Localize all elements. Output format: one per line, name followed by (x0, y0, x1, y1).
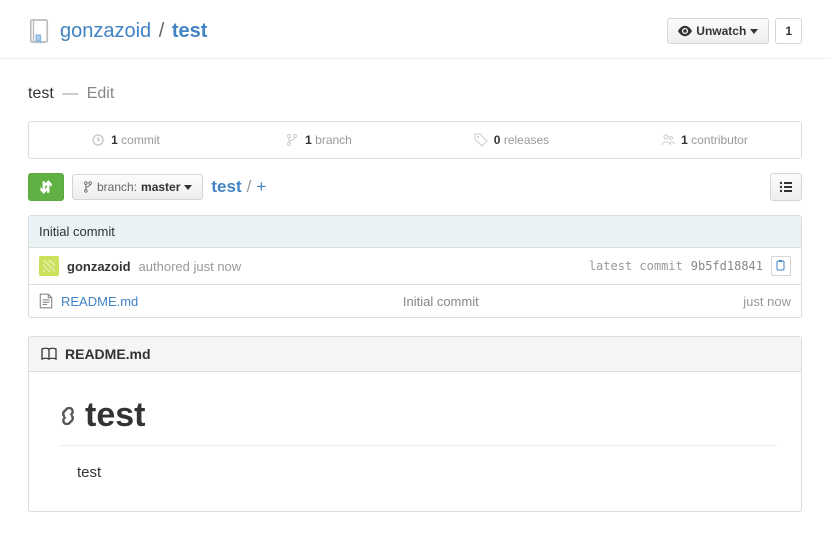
commit-icon (91, 133, 105, 147)
path-sep: / (247, 177, 252, 197)
readme-title: test (59, 396, 777, 446)
avatar[interactable] (39, 256, 59, 276)
commit-time: authored just now (139, 259, 242, 274)
owner-link[interactable]: gonzazoid (60, 20, 151, 42)
description-name: test (28, 85, 54, 102)
eye-icon (678, 25, 692, 37)
separator: / (159, 20, 165, 42)
watch-count[interactable]: 1 (775, 18, 802, 44)
repo-title: gonzazoid / test (28, 18, 207, 44)
compare-icon (38, 179, 54, 195)
file-row: README.md Initial commit just now (29, 285, 801, 317)
file-link[interactable]: README.md (61, 294, 138, 309)
clipboard-icon (775, 260, 787, 272)
file-text-icon (39, 293, 53, 309)
repo-link[interactable]: test (172, 20, 208, 42)
commit-author-link[interactable]: gonzazoid (67, 259, 131, 274)
releases-stat[interactable]: 0 releases (415, 122, 608, 158)
readme-filename: README.md (65, 346, 151, 362)
latest-commit-message[interactable]: Initial commit (29, 216, 801, 248)
latest-commit-label: latest commit (589, 259, 683, 273)
book-icon (41, 347, 57, 361)
description-dash: — (62, 85, 78, 102)
unwatch-button[interactable]: Unwatch (667, 18, 769, 44)
contributors-stat[interactable]: 1 contributor (608, 122, 801, 158)
file-time: just now (743, 294, 791, 309)
path-root-link[interactable]: test (211, 177, 241, 197)
people-icon (661, 133, 675, 147)
anchor-link-icon[interactable] (59, 407, 77, 425)
branch-select-button[interactable]: branch: master (72, 174, 203, 200)
list-icon (779, 181, 793, 193)
file-commit-msg[interactable]: Initial commit (138, 294, 743, 309)
list-toggle-button[interactable] (770, 173, 802, 201)
branch-icon (83, 181, 93, 193)
branch-icon (285, 133, 299, 147)
commit-sha-link[interactable]: 9b5fd18841 (691, 259, 763, 273)
caret-down-icon (750, 29, 758, 34)
path-breadcrumb: test / + (211, 177, 266, 197)
tag-icon (474, 133, 488, 147)
copy-sha-button[interactable] (771, 256, 791, 276)
compare-button[interactable] (28, 173, 64, 201)
caret-down-icon (184, 185, 192, 190)
description-row: test — Edit (28, 85, 802, 103)
readme-content: test (77, 464, 777, 481)
readme-header: README.md (29, 337, 801, 372)
new-file-button[interactable]: + (256, 177, 266, 197)
repo-icon (28, 18, 50, 44)
stats-bar: 1 commit 1 branch 0 releases 1 contribut… (28, 121, 802, 159)
commit-meta-row: gonzazoid authored just now latest commi… (29, 248, 801, 285)
edit-description-link[interactable]: Edit (87, 85, 115, 102)
commits-stat[interactable]: 1 commit (29, 122, 222, 158)
branches-stat[interactable]: 1 branch (222, 122, 415, 158)
